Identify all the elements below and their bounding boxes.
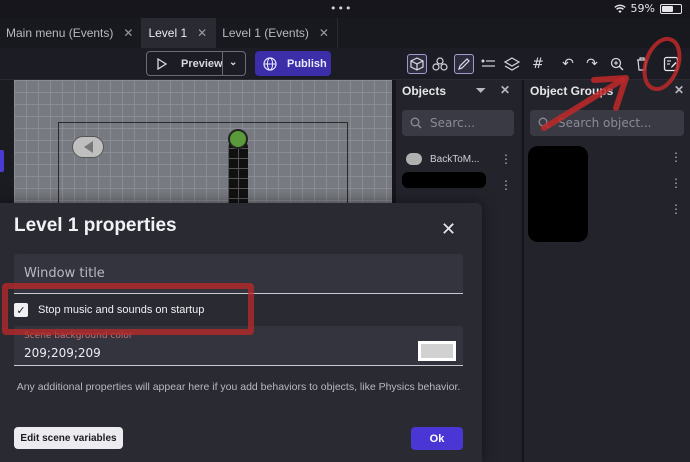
publish-button[interactable]: Publish <box>255 51 331 76</box>
close-icon[interactable]: ✕ <box>500 83 510 97</box>
close-icon[interactable]: ✕ <box>674 83 684 97</box>
groups-panel-header: Object Groups ✕ <box>524 80 690 102</box>
window-title-placeholder: Window title <box>24 266 105 281</box>
dialog-note: Any additional properties will appear he… <box>16 381 461 393</box>
tab-bar: Main menu (Events) ✕ Level 1 ✕ Level 1 (… <box>0 18 690 48</box>
redacted-mark <box>528 146 588 242</box>
color-swatch[interactable] <box>418 341 456 361</box>
trash-icon[interactable] <box>632 54 652 74</box>
field-value: 209;209;209 <box>24 346 101 360</box>
object-thumbnail <box>406 153 422 165</box>
panel-title: Object Groups <box>530 84 614 98</box>
redo-icon[interactable]: ↷ <box>582 54 602 74</box>
close-icon[interactable]: ✕ <box>319 26 329 40</box>
object-groups-panel: Object Groups ✕ Search object... ⋮ ⋮ ⋮ <box>522 80 690 462</box>
side-indicator[interactable] <box>0 150 4 172</box>
object-name: BackToM... <box>430 153 480 165</box>
play-icon <box>157 57 167 70</box>
dialog-title: Level 1 properties <box>14 215 177 236</box>
objects-panel-header: Objects ⏷ ✕ <box>396 80 520 102</box>
grid-icon[interactable]: # <box>528 54 548 74</box>
zoom-icon[interactable] <box>607 54 627 74</box>
more-icon[interactable]: ⋮ <box>500 152 512 166</box>
cube-icon[interactable] <box>407 54 427 74</box>
preview-label: Preview <box>181 57 223 70</box>
divider <box>222 52 223 75</box>
edit-scene-properties-icon[interactable] <box>661 54 681 74</box>
app-root: ••• 59% Main menu (Events) ✕ Level 1 ✕ L… <box>0 0 690 462</box>
wifi-icon <box>613 4 626 13</box>
more-icon[interactable]: ⋮ <box>670 202 682 216</box>
groups-search-input[interactable]: Search object... <box>530 110 684 136</box>
battery-icon <box>660 3 682 14</box>
object-groups-icon[interactable] <box>430 54 450 74</box>
tab-level-1[interactable]: Level 1 ✕ <box>142 18 217 48</box>
filter-icon[interactable]: ⏷ <box>476 83 486 98</box>
back-button-object[interactable] <box>72 136 104 158</box>
objects-search-input[interactable]: Searc... <box>402 110 514 136</box>
layers-icon[interactable] <box>502 54 522 74</box>
scene-toolbar: Preview ⌄ Publish # ↶ ↷ <box>0 48 690 80</box>
panel-title: Objects <box>402 84 447 98</box>
tab-level-1-events[interactable]: Level 1 (Events) ✕ <box>216 18 338 48</box>
search-placeholder: Searc... <box>430 116 476 130</box>
status-indicators: 59% <box>613 2 682 15</box>
tab-label: Level 1 (Events) <box>222 26 309 40</box>
multitasking-dots-icon[interactable]: ••• <box>330 2 352 15</box>
list-item[interactable]: BackToM... ⋮ <box>396 146 520 172</box>
close-icon[interactable]: ✕ <box>123 26 133 40</box>
chevron-down-icon[interactable]: ⌄ <box>229 57 237 68</box>
tab-label: Main menu (Events) <box>6 26 114 40</box>
ok-button[interactable]: Ok <box>411 427 463 450</box>
more-icon[interactable]: ⋮ <box>500 178 512 192</box>
search-placeholder: Search object... <box>558 116 652 130</box>
properties-list-icon[interactable] <box>478 54 498 74</box>
more-icon[interactable]: ⋮ <box>670 176 682 190</box>
status-bar: ••• 59% <box>0 0 690 18</box>
ball-object[interactable] <box>228 129 248 149</box>
preview-button[interactable]: Preview ⌄ <box>146 51 246 76</box>
pencil-icon[interactable] <box>454 54 474 74</box>
globe-icon <box>263 56 277 71</box>
redacted-mark <box>402 172 486 188</box>
search-icon <box>538 117 550 129</box>
battery-percent: 59% <box>630 2 655 15</box>
search-icon <box>410 117 422 129</box>
close-icon[interactable]: ✕ <box>441 219 456 240</box>
close-icon[interactable]: ✕ <box>197 26 207 40</box>
more-icon[interactable]: ⋮ <box>670 150 682 164</box>
red-highlight-annotation <box>2 283 254 335</box>
publish-label: Publish <box>287 57 327 70</box>
tab-main-menu-events[interactable]: Main menu (Events) ✕ <box>0 18 143 48</box>
tab-label: Level 1 <box>148 26 188 40</box>
edit-scene-variables-button[interactable]: Edit scene variables <box>14 427 123 449</box>
level-properties-dialog: Level 1 properties ✕ Window title Scene … <box>0 203 482 462</box>
undo-icon[interactable]: ↶ <box>558 54 578 74</box>
